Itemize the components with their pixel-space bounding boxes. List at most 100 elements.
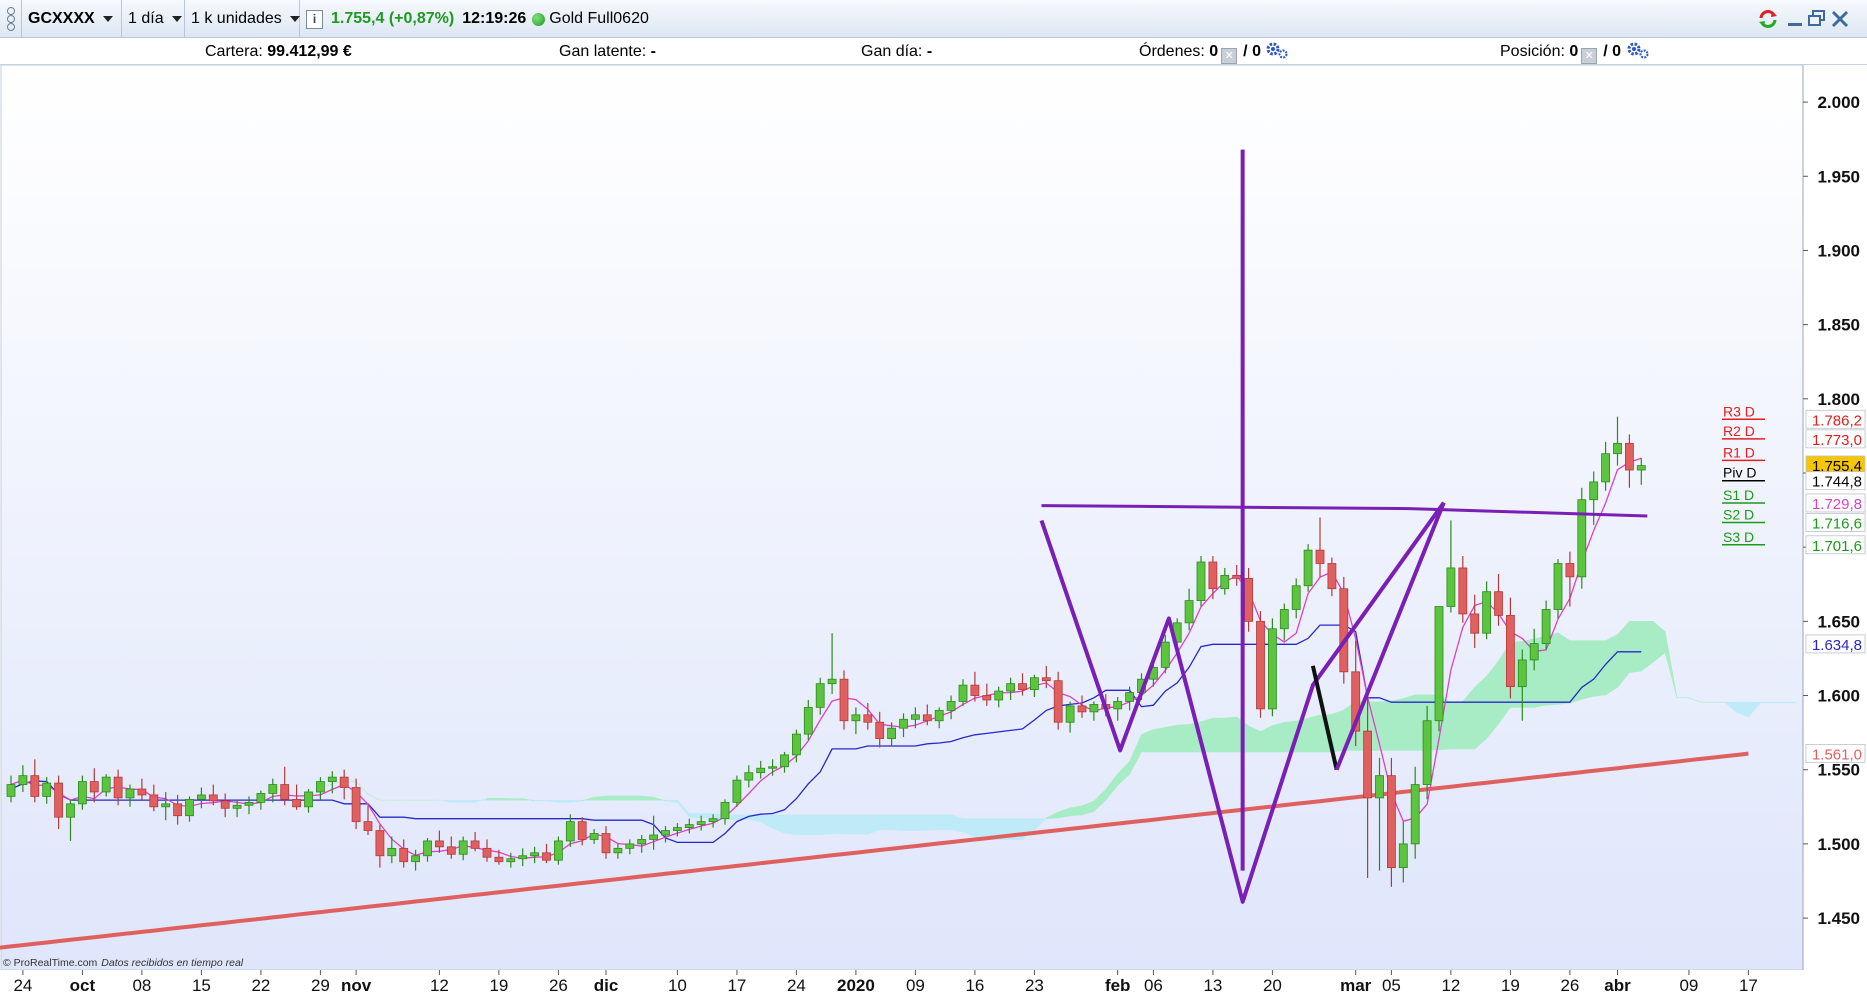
cloud-segment [926,814,940,831]
candle-up [708,818,718,823]
cloud-segment [1771,701,1785,704]
candle-up [637,839,647,845]
candle-up [232,804,242,809]
candle-up [6,784,16,797]
x-tick-label: dic [594,976,619,995]
candle-down [1327,563,1337,590]
gan-dia-label: Gan día: [861,43,923,60]
info-icon[interactable]: i [306,9,323,29]
candle-up [851,714,861,722]
candle-up [1220,574,1230,590]
cartera-label: Cartera: [205,43,263,60]
close-position-icon[interactable]: ✕ [1581,48,1598,64]
cloud-segment [1581,640,1594,700]
grip-icon[interactable] [0,0,22,38]
minimize-icon[interactable] [1784,8,1806,30]
candle-down [54,782,63,818]
candle-down [1458,567,1468,615]
candle-up [1410,784,1420,845]
x-tick-label: 17 [727,976,746,995]
cloud-segment [843,814,857,835]
y-tick-label: 1.550 [1817,761,1860,780]
timeframe-dropdown[interactable]: 1 día [122,0,185,38]
cloud-segment [1605,634,1618,696]
candle-up [720,801,730,820]
candle-down [1041,677,1051,682]
pivot-level-label: S2 D [1723,507,1754,523]
settings-gear-icon[interactable] [1265,41,1289,59]
x-tick-label: 05 [1382,976,1401,995]
copyright-text: © ProRealTime.com [3,957,98,969]
x-tick-label: 09 [1679,976,1698,995]
candle-down [1018,683,1027,690]
symbol-dropdown[interactable]: GCXXXX [22,0,122,38]
cloud-segment [498,797,512,801]
candle-up [161,803,171,808]
candle-up [1529,643,1539,661]
ordenes-label: Órdenes: [1139,43,1205,60]
candle-down [1625,442,1634,471]
candle-up [684,824,694,828]
price-chart[interactable]: R3 D R2 D R1 D Piv D S1 D S2 D S3 D 1.450 1.500… [0,65,1867,1000]
y-tick-label: 1.950 [1817,167,1860,186]
units-dropdown[interactable]: 1 k unidades [185,0,300,38]
candle-down [149,794,159,808]
candle-up [1065,705,1075,723]
pivot-level-label: S1 D [1723,487,1754,503]
settings-gear-icon[interactable] [1626,41,1650,59]
market-open-icon [532,12,546,26]
candle-up [696,821,706,826]
timeframe-label: 1 día [128,10,164,27]
cloud-segment [1593,640,1606,697]
x-tick-label: nov [341,976,372,995]
candle-up [1375,775,1384,799]
close-icon[interactable] [1829,8,1851,30]
candle-up [613,847,623,854]
candle-down [1565,563,1575,578]
candle-up [1517,659,1527,688]
x-tick-label: 22 [251,976,270,995]
restore-icon[interactable] [1806,8,1828,30]
y-tick-label: 1.850 [1817,316,1860,335]
candle-up [649,834,658,840]
candle-up [732,779,742,803]
candle-up [530,852,539,857]
candle-up [327,776,337,782]
candle-up [1541,609,1551,645]
candle-down [292,798,302,808]
candle-up [1196,561,1206,601]
cancel-orders-icon[interactable]: ✕ [1221,48,1238,64]
cloud-segment [879,814,892,831]
candle-up [911,714,920,720]
cloud-segment [1641,621,1654,672]
y-tick-label: 1.450 [1817,909,1860,928]
pivot-level-label: R2 D [1723,423,1755,439]
price-tag-label: 1.744,8 [1812,474,1862,491]
symbol-label: GCXXXX [28,10,95,27]
candle-up [1434,606,1444,722]
x-tick-label: 09 [906,976,925,995]
cloud-segment [1176,724,1190,753]
cloud-segment [605,795,619,801]
posicion-value: 0 [1569,43,1579,60]
y-tick-label: 1.500 [1817,835,1860,854]
candle-down [470,840,480,849]
candle-up [899,718,908,729]
candle-up [78,781,87,805]
cloud-segment [938,814,952,831]
x-tick-label: 12 [430,976,449,995]
cloud-segment [510,798,524,801]
cloud-segment [891,814,904,831]
price-tag-label: 1.786,2 [1812,412,1862,429]
candle-up [185,798,194,817]
candle-up [1553,563,1563,610]
x-tick-label: 15 [192,976,211,995]
toolbar: GCXXXX 1 día 1 k unidades i 1.755,4 (+0,… [0,0,1867,38]
price-tag-label: 1.634,8 [1812,637,1862,654]
candle-up [625,843,635,849]
candle-down [1315,549,1325,564]
candle-up [1089,704,1099,713]
cloud-segment [915,814,928,831]
refresh-icon[interactable] [1757,8,1779,30]
x-tick-label: 26 [549,976,568,995]
